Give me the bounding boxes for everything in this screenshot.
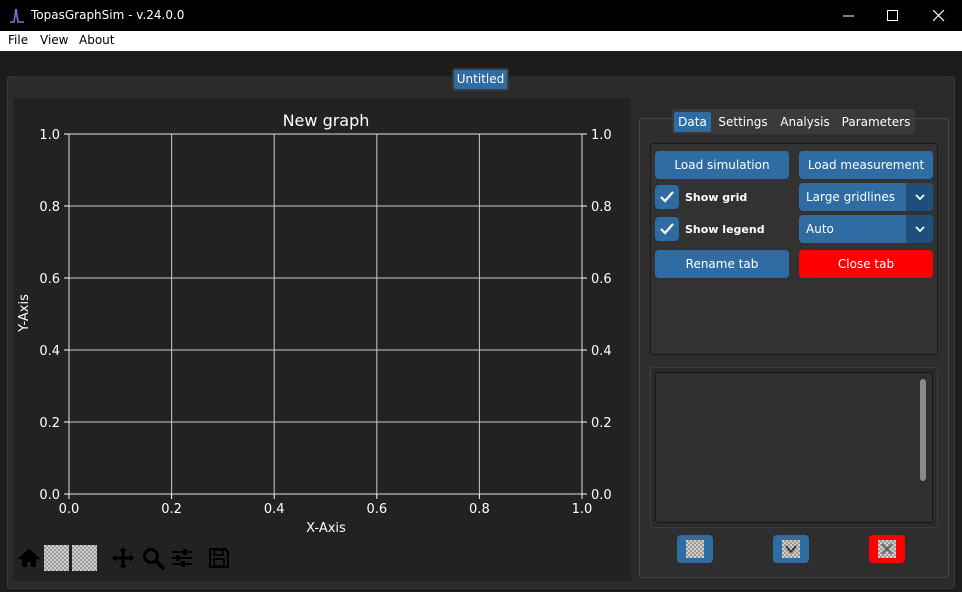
x-tick-label: 0.2 [161,502,182,517]
show-legend-label: Show legend [685,223,765,236]
move-down-icon [782,540,800,558]
show-grid-checkbox[interactable] [655,185,679,209]
y-axis-label: Y-Axis [17,294,32,333]
y-tick-label: 0.8 [39,200,60,215]
home-button[interactable] [16,545,42,571]
y2-tick-label: 0.6 [591,272,612,287]
legend-position-value: Auto [806,222,834,236]
tab-parameters[interactable]: Parameters [838,112,914,132]
home-icon [18,548,40,567]
gridlines-dropdown[interactable]: Large gridlines [799,183,933,211]
back-button[interactable] [44,545,69,571]
legend-position-dropdown[interactable]: Auto [799,215,933,243]
chevron-down-icon [915,194,925,200]
remove-item-button[interactable] [869,535,905,563]
x-tick-label: 1.0 [572,502,593,517]
configure-subplots-button[interactable] [169,545,195,571]
show-legend-checkbox[interactable] [655,217,679,241]
show-grid-label: Show grid [685,191,748,204]
gridlines-dropdown-arrow[interactable] [906,183,933,211]
forward-button[interactable] [72,545,97,571]
zoom-button[interactable] [140,545,166,571]
y-tick-label: 1.0 [39,128,60,143]
y-tick-label: 0.6 [39,272,60,287]
y2-tick-label: 1.0 [591,128,612,143]
load-simulation-button[interactable]: Load simulation [655,151,789,179]
checkmark-icon [660,191,674,203]
tab-settings[interactable]: Settings [714,112,772,132]
y2-tick-label: 0.0 [591,488,612,503]
save-figure-button[interactable] [206,545,232,571]
x-axis-label: X-Axis [306,521,346,536]
zoom-icon [143,548,165,570]
x-tick-label: 0.4 [264,502,285,517]
x-tick-label: 0.8 [469,502,490,517]
chevron-down-icon [915,226,925,232]
close-tab-button[interactable]: Close tab [799,250,933,278]
checkmark-icon [660,223,674,235]
pan-button[interactable] [110,545,136,571]
rename-tab-button[interactable]: Rename tab [655,250,789,278]
list-scrollbar[interactable] [920,379,926,481]
tab-analysis[interactable]: Analysis [776,112,834,132]
loaded-files-list[interactable] [655,372,933,523]
y2-tick-label: 0.2 [591,416,612,431]
y-tick-label: 0.4 [39,344,60,359]
move-up-button[interactable] [677,535,713,563]
y2-tick-label: 0.4 [591,344,612,359]
move-down-button[interactable] [773,535,809,563]
remove-icon [878,540,896,558]
y-tick-label: 0.2 [39,416,60,431]
gridlines-value: Large gridlines [806,190,895,204]
configure-icon [172,549,192,567]
move-up-icon [686,540,704,558]
y2-tick-label: 0.8 [591,200,612,215]
legend-position-dropdown-arrow[interactable] [906,215,933,243]
tab-data[interactable]: Data [674,112,711,132]
x-tick-label: 0.6 [366,502,387,517]
save-icon [209,548,229,568]
x-tick-label: 0.0 [59,502,80,517]
load-measurement-button[interactable]: Load measurement [799,151,933,179]
y-tick-label: 0.0 [39,488,60,503]
pan-icon [112,547,134,569]
plot-area [69,134,582,494]
plot-title: New graph [283,111,370,130]
